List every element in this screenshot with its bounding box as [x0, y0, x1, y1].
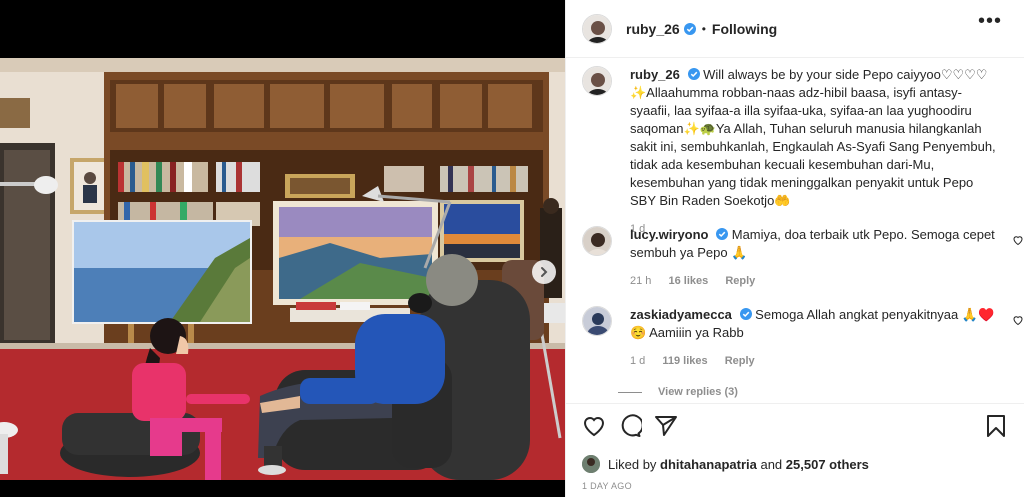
separator-dot: •	[701, 21, 706, 36]
comment-icon[interactable]	[618, 414, 642, 438]
following-button[interactable]: Following	[712, 21, 777, 37]
comment-item: zaskiadyamecca Semoga Allah angkat penya…	[582, 306, 1023, 370]
commenter-username[interactable]: lucy.wiryono	[630, 227, 709, 242]
heart-icon[interactable]	[582, 414, 606, 438]
comments-section: ruby_26 Will always be by your side Pepo…	[566, 58, 1024, 403]
post-photo	[0, 58, 565, 480]
caption-username[interactable]: ruby_26	[630, 67, 680, 82]
comment-likes[interactable]: 16 likes	[668, 275, 708, 287]
share-icon[interactable]	[654, 414, 678, 438]
comment-time[interactable]: 21 h	[630, 275, 651, 287]
caption-text: Will always be by your side Pepo caiyyoo…	[630, 67, 996, 208]
verified-badge-icon	[687, 68, 700, 80]
verified-badge-icon	[716, 228, 729, 240]
post-header: ruby_26 • Following •••	[566, 0, 1024, 58]
view-replies-button[interactable]: View replies (3)	[618, 386, 738, 398]
reply-button[interactable]: Reply	[725, 355, 755, 367]
chevron-right-icon	[541, 267, 548, 277]
bookmark-icon[interactable]	[984, 414, 1008, 438]
replies-divider	[618, 391, 642, 393]
comment-item: lucy.wiryono Mamiya, doa terbaik utk Pep…	[582, 226, 1023, 290]
post-caption: ruby_26 Will always be by your side Pepo…	[582, 66, 1002, 238]
reply-button[interactable]: Reply	[725, 275, 755, 287]
liker-avatar[interactable]	[582, 455, 600, 473]
instagram-post: ruby_26 • Following ••• ruby_26 Will alw…	[0, 0, 1024, 497]
comment-time[interactable]: 1 d	[630, 355, 645, 367]
liked-by: Liked by dhitahanapatria and 25,507 othe…	[582, 455, 869, 473]
liked-by-and: and	[760, 456, 783, 472]
commenter-avatar[interactable]	[582, 306, 612, 336]
liked-by-user[interactable]: dhitahanapatria	[660, 457, 757, 472]
liked-by-count[interactable]: 25,507 others	[786, 457, 869, 472]
action-bar	[566, 403, 1024, 447]
post-media	[0, 0, 565, 497]
next-photo-button[interactable]	[532, 260, 556, 284]
commenter-username[interactable]: zaskiadyamecca	[630, 307, 732, 322]
heart-icon[interactable]	[1012, 234, 1024, 246]
heart-icon[interactable]	[1012, 314, 1024, 326]
verified-badge-icon	[683, 22, 696, 35]
post-timestamp[interactable]: 1 DAY AGO	[582, 481, 632, 491]
author-username[interactable]: ruby_26	[626, 21, 680, 37]
post-panel: ruby_26 • Following ••• ruby_26 Will alw…	[565, 0, 1024, 497]
author-avatar[interactable]	[582, 13, 612, 44]
liked-by-prefix: Liked by	[608, 456, 657, 472]
more-icon[interactable]: •••	[978, 10, 1002, 33]
view-replies-label: View replies (3)	[658, 386, 738, 398]
caption-avatar[interactable]	[582, 66, 612, 96]
commenter-avatar[interactable]	[582, 226, 612, 256]
comment-likes[interactable]: 119 likes	[662, 355, 707, 367]
verified-badge-icon	[739, 308, 752, 320]
